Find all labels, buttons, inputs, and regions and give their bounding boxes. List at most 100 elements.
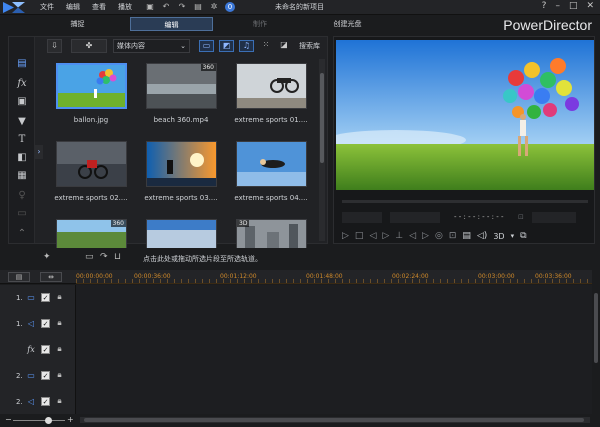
lock-icon[interactable]: 🔒︎ (55, 292, 64, 302)
tab-edit[interactable]: 编辑 (130, 17, 213, 31)
filter-video-icon[interactable]: ▭ (199, 40, 214, 52)
media-item[interactable]: extreme sports 04.... (231, 141, 311, 202)
lock-icon[interactable]: 🔒︎ (55, 344, 64, 354)
menu-edit[interactable]: 编辑 (66, 2, 80, 12)
preview-secondary-controls: - - : - - : - - : - - ⊡ (342, 212, 588, 224)
track-lane[interactable] (76, 337, 592, 363)
lock-icon[interactable]: 🔒︎ (55, 396, 64, 406)
particle-room-icon[interactable]: ▼ (15, 115, 29, 129)
storyboard-view-button[interactable]: ▤ (8, 272, 30, 282)
lock-icon[interactable]: 🔒︎ (55, 370, 64, 380)
notification-badge[interactable]: 0 (225, 2, 235, 12)
media-item[interactable]: extreme sports 02.... (51, 141, 131, 202)
plugin-button[interactable]: ✤ (71, 39, 107, 53)
track-lane[interactable] (76, 285, 592, 311)
fix-enhance-icon[interactable]: ⊔ (114, 252, 121, 262)
pip-room-icon[interactable]: ▣ (15, 95, 29, 109)
filter-image-icon[interactable]: ◩ (219, 40, 234, 52)
view-options-icon[interactable]: ◪ (278, 39, 290, 53)
track-enable-checkbox[interactable]: ✓ (41, 293, 50, 302)
minimize-button[interactable]: – (555, 1, 560, 11)
save-icon[interactable]: ▣ (145, 2, 155, 12)
next-frame-icon[interactable]: ▷ (382, 231, 389, 241)
volume-icon[interactable]: ◁) (477, 231, 487, 241)
lock-icon[interactable]: 🔒︎ (55, 318, 64, 328)
zoom-size-dropdown[interactable] (532, 212, 576, 223)
record-icon[interactable]: ◎ (435, 231, 443, 241)
snapshot-icon[interactable]: ⊡ (518, 213, 524, 221)
forward-icon[interactable]: ▷ (422, 231, 429, 241)
zoom-knob[interactable] (45, 417, 52, 424)
track-lane[interactable] (76, 363, 592, 389)
media-item[interactable]: extreme sports 01.... (231, 63, 311, 124)
track-enable-checkbox[interactable]: ✓ (41, 345, 50, 354)
fit-button[interactable] (342, 212, 382, 223)
voice-over-icon[interactable]: ♀ (15, 189, 29, 203)
media-item[interactable]: 360 beach 360.mp4 (141, 63, 221, 124)
menu-play[interactable]: 播放 (118, 2, 132, 12)
transition-room-icon[interactable]: ◧ (15, 151, 29, 165)
fit-timeline-button[interactable]: ⇹ (40, 272, 62, 282)
track-lane[interactable] (76, 311, 592, 337)
tab-capture[interactable]: 捕捉 (55, 17, 100, 31)
stop-icon[interactable]: □ (355, 231, 364, 241)
fx-room-icon[interactable]: fx (15, 77, 29, 91)
subtitle-icon[interactable]: ▤ (462, 231, 471, 241)
track-enable-checkbox[interactable]: ✓ (41, 319, 50, 328)
prev-frame-icon[interactable]: ◁ (369, 231, 376, 241)
media-item[interactable]: ballon.jpg (51, 63, 131, 124)
zoom-out-icon[interactable]: − (5, 415, 12, 424)
magic-tools-icon[interactable]: ✦ (43, 252, 51, 262)
timeline-horizontal-scrollbar[interactable] (80, 417, 590, 423)
close-button[interactable]: ✕ (586, 1, 594, 11)
undo-icon[interactable]: ↶ (161, 2, 171, 12)
content-type-dropdown[interactable]: 媒体内容 ⌄ (113, 39, 190, 53)
menu-file[interactable]: 文件 (40, 2, 54, 12)
rewind-icon[interactable]: ◁ (409, 231, 416, 241)
menu-view[interactable]: 查看 (92, 2, 106, 12)
tab-create-disc[interactable]: 创建光盘 (325, 17, 370, 31)
media-room-icon[interactable]: ▤ (15, 57, 29, 71)
track-lane[interactable] (76, 389, 592, 415)
library-scrollbar[interactable] (319, 59, 325, 241)
timeline-vertical-scrollbar[interactable] (592, 285, 600, 415)
undock-icon[interactable]: ⧉ (520, 231, 526, 241)
audio-mixing-icon[interactable]: ▦ (15, 169, 29, 183)
timeline-zoom-slider[interactable]: − + (5, 415, 74, 424)
trim-icon[interactable]: ↷ (100, 252, 108, 262)
clip-mode-button[interactable] (390, 212, 440, 223)
title-room-icon[interactable]: T (15, 133, 29, 147)
track-enable-checkbox[interactable]: ✓ (41, 397, 50, 406)
search-library-button[interactable]: 搜索库 (299, 39, 320, 53)
edit-clip-icon[interactable]: ▭ (85, 252, 94, 262)
app-logo-icon (3, 2, 25, 13)
camera-icon[interactable]: ⊡ (449, 231, 457, 241)
track-enable-checkbox[interactable]: ✓ (41, 371, 50, 380)
scroll-thumb[interactable] (594, 293, 598, 363)
scroll-thumb[interactable] (320, 73, 324, 163)
timeline-ruler[interactable]: 00:00:00:00 00:00:36:00 00:01:12:00 00:0… (76, 270, 592, 284)
help-button[interactable]: ? (542, 1, 547, 11)
media-grid: ballon.jpg 360 beach 360.mp4 extreme spo… (41, 63, 321, 265)
settings-icon[interactable]: ✲ (209, 2, 219, 12)
media-item[interactable]: extreme sports 03.... (141, 141, 221, 202)
maximize-button[interactable]: □ (569, 1, 578, 11)
zoom-in-icon[interactable]: + (67, 415, 74, 424)
tab-produce[interactable]: 制作 (240, 17, 280, 31)
grid-view-icon[interactable]: ⁙ (260, 39, 272, 53)
play-icon[interactable]: ▷ (342, 231, 349, 241)
track-number: 1. (16, 294, 23, 302)
preview-scrub-bar[interactable] (342, 200, 588, 203)
redo-icon[interactable]: ↷ (177, 2, 187, 12)
timecode-display[interactable]: - - : - - : - - : - - (454, 213, 504, 221)
chapter-room-icon[interactable]: ▭ (15, 207, 29, 221)
3d-mode-toggle[interactable]: 3D (493, 232, 504, 241)
chevron-down-icon[interactable]: ▾ (511, 232, 515, 240)
expand-rail-icon[interactable]: ⌃ (15, 227, 29, 241)
import-media-button[interactable]: ⇩ (47, 39, 62, 53)
timeline-toolbar: ✦ ▭ ↷ ⊔ 点击此处或拖动所选片段至所选轨道。 (0, 248, 600, 268)
scroll-thumb[interactable] (84, 418, 584, 422)
upload-icon[interactable]: ▤ (193, 2, 203, 12)
split-icon[interactable]: ⊥ (395, 231, 403, 241)
filter-audio-icon[interactable]: ♫ (239, 40, 254, 52)
